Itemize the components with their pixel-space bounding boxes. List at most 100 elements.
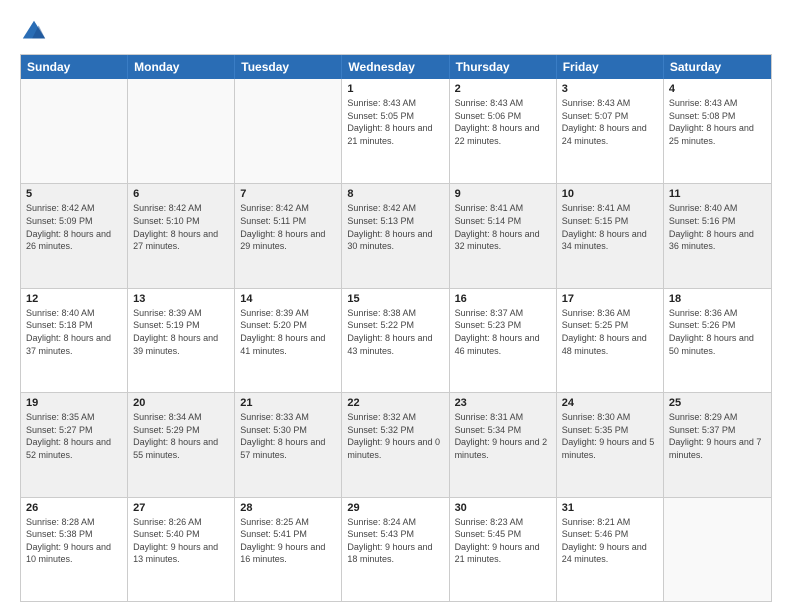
day-number: 15 <box>347 293 443 305</box>
day-number: 23 <box>455 397 551 409</box>
day-info: Sunrise: 8:41 AM Sunset: 5:15 PM Dayligh… <box>562 202 658 252</box>
day-number: 4 <box>669 83 766 95</box>
day-number: 27 <box>133 502 229 514</box>
calendar-cell: 22Sunrise: 8:32 AM Sunset: 5:32 PM Dayli… <box>342 393 449 496</box>
calendar-cell <box>664 498 771 601</box>
calendar-cell: 6 Sunrise: 8:42 AM Sunset: 5:10 PM Daylig… <box>128 184 235 287</box>
calendar-cell: 28 Sunrise: 8:25 AM Sunset: 5:41 PM Dayli… <box>235 498 342 601</box>
header-day: Tuesday <box>235 55 342 79</box>
day-number: 20 <box>133 397 229 409</box>
logo-icon <box>20 18 48 46</box>
calendar-cell: 12 Sunrise: 8:40 AM Sunset: 5:18 PM Dayli… <box>21 289 128 392</box>
header-day: Wednesday <box>342 55 449 79</box>
calendar-cell: 3 Sunrise: 8:43 AM Sunset: 5:07 PM Daylig… <box>557 79 664 183</box>
day-number: 10 <box>562 188 658 200</box>
calendar-cell: 20 Sunrise: 8:34 AM Sunset: 5:29 PM Dayli… <box>128 393 235 496</box>
day-number: 2 <box>455 83 551 95</box>
calendar-cell: 19 Sunrise: 8:35 AM Sunset: 5:27 PM Dayli… <box>21 393 128 496</box>
day-number: 14 <box>240 293 336 305</box>
calendar-row: 26 Sunrise: 8:28 AM Sunset: 5:38 PM Dayli… <box>21 497 771 601</box>
calendar-cell: 9 Sunrise: 8:41 AM Sunset: 5:14 PM Daylig… <box>450 184 557 287</box>
header-day: Monday <box>128 55 235 79</box>
day-info: Sunrise: 8:25 AM Sunset: 5:41 PM Dayligh… <box>240 516 336 566</box>
day-info: Sunrise: 8:39 AM Sunset: 5:20 PM Dayligh… <box>240 307 336 357</box>
calendar: SundayMondayTuesdayWednesdayThursdayFrid… <box>20 54 772 602</box>
calendar-cell: 1 Sunrise: 8:43 AM Sunset: 5:05 PM Daylig… <box>342 79 449 183</box>
calendar-cell: 5Sunrise: 8:42 AM Sunset: 5:09 PM Daylig… <box>21 184 128 287</box>
calendar-cell: 13 Sunrise: 8:39 AM Sunset: 5:19 PM Dayli… <box>128 289 235 392</box>
day-info: Sunrise: 8:38 AM Sunset: 5:22 PM Dayligh… <box>347 307 443 357</box>
day-info: Sunrise: 8:42 AM Sunset: 5:11 PM Dayligh… <box>240 202 336 252</box>
calendar-header: SundayMondayTuesdayWednesdayThursdayFrid… <box>21 55 771 79</box>
calendar-cell: 14 Sunrise: 8:39 AM Sunset: 5:20 PM Dayli… <box>235 289 342 392</box>
day-number: 8 <box>347 188 443 200</box>
day-number: 24 <box>562 397 658 409</box>
day-number: 17 <box>562 293 658 305</box>
day-info: Sunrise: 8:23 AM Sunset: 5:45 PM Dayligh… <box>455 516 551 566</box>
calendar-cell <box>21 79 128 183</box>
calendar-cell: 16 Sunrise: 8:37 AM Sunset: 5:23 PM Dayli… <box>450 289 557 392</box>
day-number: 3 <box>562 83 658 95</box>
day-number: 29 <box>347 502 443 514</box>
day-number: 28 <box>240 502 336 514</box>
day-info: Sunrise: 8:34 AM Sunset: 5:29 PM Dayligh… <box>133 411 229 461</box>
calendar-cell: 24 Sunrise: 8:30 AM Sunset: 5:35 PM Dayli… <box>557 393 664 496</box>
calendar-cell: 8 Sunrise: 8:42 AM Sunset: 5:13 PM Daylig… <box>342 184 449 287</box>
day-info: Sunrise: 8:43 AM Sunset: 5:05 PM Dayligh… <box>347 97 443 147</box>
day-number: 31 <box>562 502 658 514</box>
day-info: Sunrise: 8:28 AM Sunset: 5:38 PM Dayligh… <box>26 516 122 566</box>
day-info: Sunrise: 8:42 AM Sunset: 5:13 PM Dayligh… <box>347 202 443 252</box>
calendar-cell: 21Sunrise: 8:33 AM Sunset: 5:30 PM Dayli… <box>235 393 342 496</box>
day-info: Sunrise: 8:40 AM Sunset: 5:16 PM Dayligh… <box>669 202 766 252</box>
calendar-row: 5Sunrise: 8:42 AM Sunset: 5:09 PM Daylig… <box>21 183 771 287</box>
day-number: 6 <box>133 188 229 200</box>
day-number: 18 <box>669 293 766 305</box>
calendar-cell: 11Sunrise: 8:40 AM Sunset: 5:16 PM Dayli… <box>664 184 771 287</box>
day-number: 1 <box>347 83 443 95</box>
day-info: Sunrise: 8:40 AM Sunset: 5:18 PM Dayligh… <box>26 307 122 357</box>
calendar-cell: 4Sunrise: 8:43 AM Sunset: 5:08 PM Daylig… <box>664 79 771 183</box>
day-number: 22 <box>347 397 443 409</box>
day-number: 30 <box>455 502 551 514</box>
calendar-row: 19 Sunrise: 8:35 AM Sunset: 5:27 PM Dayli… <box>21 392 771 496</box>
day-number: 13 <box>133 293 229 305</box>
day-info: Sunrise: 8:37 AM Sunset: 5:23 PM Dayligh… <box>455 307 551 357</box>
header-day: Saturday <box>664 55 771 79</box>
day-number: 26 <box>26 502 122 514</box>
day-number: 12 <box>26 293 122 305</box>
day-info: Sunrise: 8:36 AM Sunset: 5:25 PM Dayligh… <box>562 307 658 357</box>
calendar-cell <box>128 79 235 183</box>
day-number: 21 <box>240 397 336 409</box>
day-number: 9 <box>455 188 551 200</box>
calendar-row: 12 Sunrise: 8:40 AM Sunset: 5:18 PM Dayli… <box>21 288 771 392</box>
header-day: Thursday <box>450 55 557 79</box>
calendar-cell <box>235 79 342 183</box>
header-day: Sunday <box>21 55 128 79</box>
day-info: Sunrise: 8:41 AM Sunset: 5:14 PM Dayligh… <box>455 202 551 252</box>
page: SundayMondayTuesdayWednesdayThursdayFrid… <box>0 0 792 612</box>
calendar-cell: 18Sunrise: 8:36 AM Sunset: 5:26 PM Dayli… <box>664 289 771 392</box>
header <box>20 18 772 46</box>
day-info: Sunrise: 8:43 AM Sunset: 5:06 PM Dayligh… <box>455 97 551 147</box>
day-number: 5 <box>26 188 122 200</box>
header-day: Friday <box>557 55 664 79</box>
calendar-body: 1 Sunrise: 8:43 AM Sunset: 5:05 PM Daylig… <box>21 79 771 601</box>
calendar-cell: 27Sunrise: 8:26 AM Sunset: 5:40 PM Dayli… <box>128 498 235 601</box>
day-info: Sunrise: 8:30 AM Sunset: 5:35 PM Dayligh… <box>562 411 658 461</box>
day-info: Sunrise: 8:24 AM Sunset: 5:43 PM Dayligh… <box>347 516 443 566</box>
day-info: Sunrise: 8:42 AM Sunset: 5:10 PM Dayligh… <box>133 202 229 252</box>
calendar-cell: 2 Sunrise: 8:43 AM Sunset: 5:06 PM Daylig… <box>450 79 557 183</box>
calendar-cell: 25Sunrise: 8:29 AM Sunset: 5:37 PM Dayli… <box>664 393 771 496</box>
day-info: Sunrise: 8:43 AM Sunset: 5:07 PM Dayligh… <box>562 97 658 147</box>
day-number: 19 <box>26 397 122 409</box>
day-info: Sunrise: 8:21 AM Sunset: 5:46 PM Dayligh… <box>562 516 658 566</box>
day-info: Sunrise: 8:35 AM Sunset: 5:27 PM Dayligh… <box>26 411 122 461</box>
day-info: Sunrise: 8:39 AM Sunset: 5:19 PM Dayligh… <box>133 307 229 357</box>
day-number: 16 <box>455 293 551 305</box>
calendar-cell: 29 Sunrise: 8:24 AM Sunset: 5:43 PM Dayli… <box>342 498 449 601</box>
calendar-cell: 23Sunrise: 8:31 AM Sunset: 5:34 PM Dayli… <box>450 393 557 496</box>
calendar-cell: 30 Sunrise: 8:23 AM Sunset: 5:45 PM Dayli… <box>450 498 557 601</box>
calendar-cell: 17 Sunrise: 8:36 AM Sunset: 5:25 PM Dayli… <box>557 289 664 392</box>
calendar-cell: 10 Sunrise: 8:41 AM Sunset: 5:15 PM Dayli… <box>557 184 664 287</box>
calendar-cell: 31 Sunrise: 8:21 AM Sunset: 5:46 PM Dayli… <box>557 498 664 601</box>
